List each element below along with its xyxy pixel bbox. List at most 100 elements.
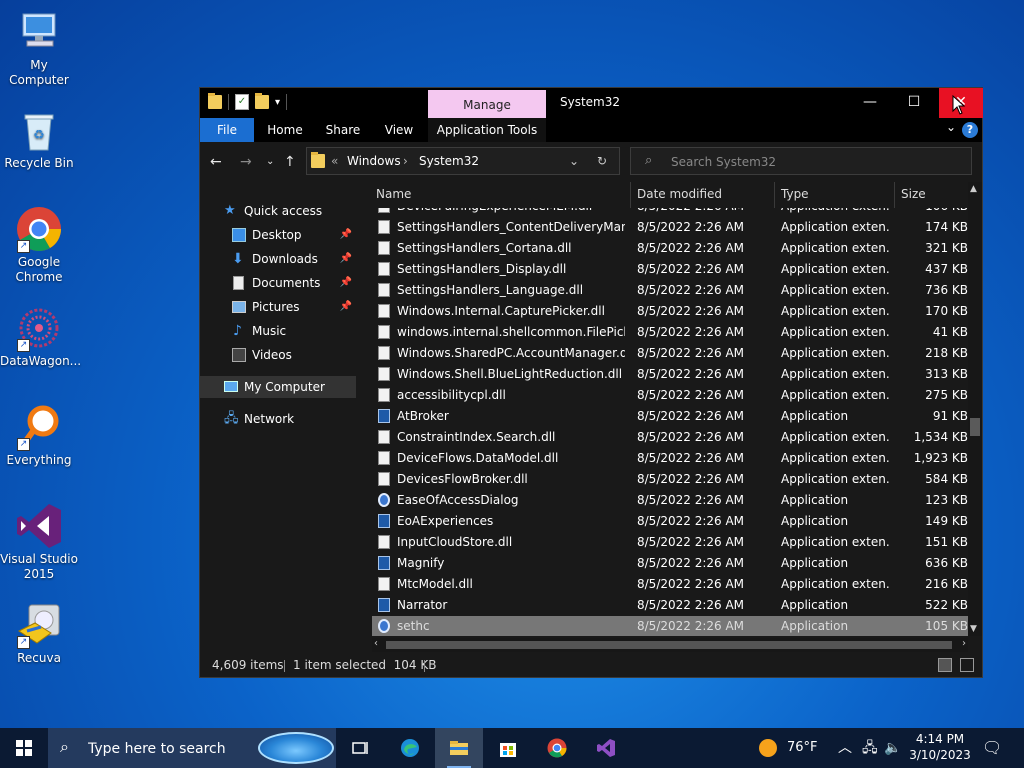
table-row[interactable]: Narrator 8/5/2022 2:26 AM Application 522 K… <box>372 595 970 616</box>
desktop-icon-my-computer[interactable]: My Computer <box>0 8 78 88</box>
clock[interactable]: 4:14 PM 3/10/2023 <box>906 731 974 763</box>
vertical-scrollbar[interactable]: ▲ ▼ <box>968 182 982 636</box>
table-row[interactable]: EoAExperiences 8/5/2022 2:26 AM Applicatio… <box>372 511 970 532</box>
table-row[interactable]: AtBroker 8/5/2022 2:26 AM Application 91 KB <box>372 406 970 427</box>
desktop-icon-everything[interactable]: ↗ Everything <box>0 403 78 468</box>
table-row[interactable]: Windows.Internal.CapturePicker.dll 8/5/20… <box>372 301 970 322</box>
desktop-icon-google-chrome[interactable]: ↗ Google Chrome <box>0 205 78 285</box>
scroll-right-icon[interactable]: › <box>962 638 966 649</box>
nav-label: My Computer <box>244 380 325 394</box>
desktop-icon-recuva[interactable]: ↗ Recuva <box>0 601 78 666</box>
table-row[interactable]: windows.internal.shellcommon.FilePicke..… <box>372 322 970 343</box>
up-button[interactable]: ↑ <box>284 154 296 170</box>
nav-item-desktop[interactable]: Desktop 📌 <box>200 224 356 246</box>
table-row[interactable]: sethc 8/5/2022 2:26 AM Application 105 KB <box>372 616 970 636</box>
pin-icon[interactable]: 📌 <box>340 296 352 318</box>
refresh-icon[interactable]: ↻ <box>597 154 607 168</box>
table-row[interactable]: Windows.SharedPC.AccountManager.dll 8/5/2… <box>372 343 970 364</box>
scroll-down-icon[interactable]: ▼ <box>970 624 977 634</box>
scrollbar-thumb[interactable] <box>970 418 980 436</box>
nav-quick-access[interactable]: ★ Quick access <box>200 200 356 222</box>
table-row[interactable]: DeviceFlows.DataModel.dll 8/5/2022 2:26 A… <box>372 448 970 469</box>
table-row[interactable]: SettingsHandlers_ContentDeliveryManag...… <box>372 217 970 238</box>
nav-item-music[interactable]: ♪ Music <box>200 320 356 342</box>
address-bar[interactable]: « Windows › System32 ⌄ ↻ <box>306 147 620 175</box>
table-row[interactable]: InputCloudStore.dll 8/5/2022 2:26 AM Appli… <box>372 532 970 553</box>
new-folder-icon[interactable] <box>255 93 269 109</box>
scroll-left-icon[interactable]: ‹ <box>374 638 378 649</box>
search-input[interactable] <box>669 152 963 172</box>
start-button[interactable] <box>0 728 48 768</box>
pin-icon[interactable]: 📌 <box>340 248 352 270</box>
nav-item-downloads[interactable]: ⬇ Downloads 📌 <box>200 248 356 270</box>
nav-item-videos[interactable]: Videos <box>200 344 356 366</box>
table-row[interactable]: EaseOfAccessDialog 8/5/2022 2:26 AM Applic… <box>372 490 970 511</box>
tab-file[interactable]: File <box>200 118 254 142</box>
minimize-button[interactable]: — <box>848 88 892 118</box>
weather-sun-icon[interactable] <box>759 739 777 757</box>
tab-view[interactable]: View <box>376 118 422 142</box>
desktop-icon-recycle-bin[interactable]: ♻ Recycle Bin <box>0 106 78 171</box>
properties-icon[interactable]: ✓ <box>235 94 249 110</box>
breadcrumb-system32[interactable]: System32 <box>419 154 479 168</box>
taskbar-edge[interactable] <box>386 728 434 768</box>
tab-application-tools[interactable]: Application Tools <box>428 118 546 142</box>
nav-item-pictures[interactable]: Pictures 📌 <box>200 296 356 318</box>
nav-item-my-computer[interactable]: My Computer <box>200 376 356 398</box>
column-type[interactable]: Type <box>781 187 809 201</box>
table-row[interactable]: SettingsHandlers_Cortana.dll 8/5/2022 2:2… <box>372 238 970 259</box>
horizontal-scrollbar[interactable]: ‹ › <box>372 638 968 652</box>
customize-toolbar-icon[interactable]: ▾ <box>275 97 280 108</box>
pin-icon[interactable]: 📌 <box>340 224 352 246</box>
table-row[interactable]: SettingsHandlers_Display.dll 8/5/2022 2:2… <box>372 259 970 280</box>
nav-item-network[interactable]: 🖧 Network <box>200 408 356 430</box>
volume-icon[interactable]: 🔈 <box>884 728 901 768</box>
pin-icon[interactable]: 📌 <box>340 272 352 294</box>
column-size[interactable]: Size <box>901 187 926 201</box>
column-name[interactable]: Name <box>376 187 411 201</box>
manage-tab[interactable]: Manage <box>428 90 546 118</box>
desktop-icon-datawagon[interactable]: ↗ DataWagon... <box>0 304 81 369</box>
details-view-button[interactable] <box>938 658 952 672</box>
expand-ribbon-icon[interactable]: ⌄ <box>946 120 956 134</box>
table-row[interactable]: Magnify 8/5/2022 2:26 AM Application 636 KB <box>372 553 970 574</box>
taskbar-search[interactable]: ⌕ <box>48 728 336 768</box>
taskbar-search-input[interactable] <box>86 738 250 760</box>
large-icons-view-button[interactable] <box>960 658 974 672</box>
recent-locations-icon[interactable]: ⌄ <box>266 156 274 167</box>
column-divider[interactable] <box>630 182 631 208</box>
weather-temperature[interactable]: 76°F <box>787 728 818 768</box>
table-row[interactable]: SettingsHandlers_Language.dll 8/5/2022 2:… <box>372 280 970 301</box>
show-hidden-icons-icon[interactable]: ︿ <box>838 728 852 768</box>
maximize-button[interactable]: ☐ <box>892 88 936 118</box>
search-box[interactable]: ⌕ <box>630 147 972 175</box>
table-row[interactable]: Windows.Shell.BlueLightReduction.dll 8/5/… <box>372 364 970 385</box>
breadcrumb-windows[interactable]: Windows <box>347 154 401 168</box>
help-button[interactable]: ? <box>962 122 978 138</box>
nav-item-documents[interactable]: Documents 📌 <box>200 272 356 294</box>
taskbar-visual-studio[interactable] <box>582 728 630 768</box>
task-view-button[interactable] <box>337 728 385 768</box>
tab-share[interactable]: Share <box>320 118 366 142</box>
column-date-modified[interactable]: Date modified <box>637 187 722 201</box>
column-divider[interactable] <box>894 182 895 208</box>
address-dropdown-icon[interactable]: ⌄ <box>569 154 579 168</box>
network-status-icon[interactable]: 🖧 <box>862 728 878 768</box>
scrollbar-thumb[interactable] <box>386 641 952 649</box>
breadcrumb-overflow[interactable]: « <box>331 154 338 168</box>
taskbar-chrome[interactable] <box>533 728 581 768</box>
folder-icon[interactable] <box>208 93 222 109</box>
scroll-up-icon[interactable]: ▲ <box>970 184 977 194</box>
taskbar-store[interactable] <box>484 728 532 768</box>
column-divider[interactable] <box>774 182 775 208</box>
back-button[interactable]: ← <box>210 154 222 170</box>
forward-button[interactable]: → <box>240 154 252 170</box>
table-row[interactable]: DevicesFlowBroker.dll 8/5/2022 2:26 AM App… <box>372 469 970 490</box>
table-row[interactable]: accessibilitycpl.dll 8/5/2022 2:26 AM Appl… <box>372 385 970 406</box>
tab-home[interactable]: Home <box>262 118 308 142</box>
desktop-icon-visual-studio[interactable]: Visual Studio 2015 <box>0 502 78 582</box>
taskbar-file-explorer[interactable] <box>435 728 483 768</box>
table-row[interactable]: ConstraintIndex.Search.dll 8/5/2022 2:26 … <box>372 427 970 448</box>
notifications-icon[interactable]: 🗨 <box>982 728 1002 768</box>
table-row[interactable]: MtcModel.dll 8/5/2022 2:26 AM Application … <box>372 574 970 595</box>
